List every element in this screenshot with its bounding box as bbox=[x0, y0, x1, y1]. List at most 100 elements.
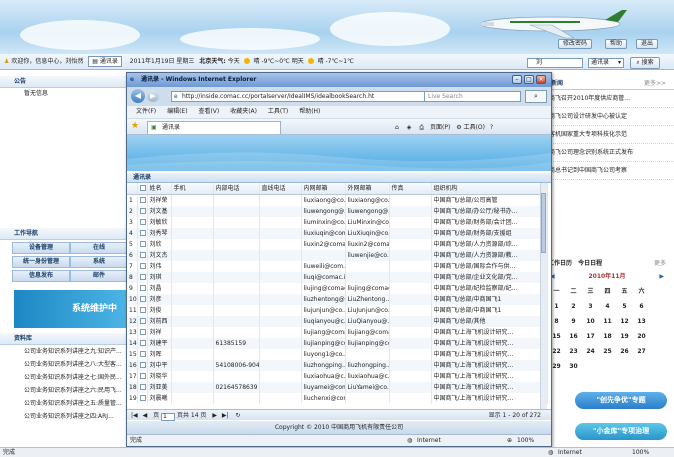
next-page-icon[interactable]: ▶ bbox=[212, 412, 217, 419]
row-checkbox[interactable] bbox=[137, 338, 148, 349]
table-row[interactable]: 17 刘晓华 liuxiaohua@c... liuxiaohua@c... 中国商飞/… bbox=[127, 371, 548, 382]
row-checkbox[interactable] bbox=[137, 294, 148, 305]
knowledge-item[interactable]: 公司业务知识系列讲座之七:国外民... bbox=[0, 371, 128, 384]
row-checkbox-box[interactable] bbox=[139, 395, 146, 401]
zoom-icon[interactable]: ⊕ bbox=[507, 435, 512, 447]
table-row[interactable]: 4 刘秀琴 liuxiuqin@com...LiuXiuqin@co... 中国商飞/… bbox=[127, 228, 548, 239]
calendar-day[interactable]: 16 bbox=[565, 329, 582, 344]
minimize-button[interactable]: – bbox=[512, 75, 522, 84]
print-icon[interactable]: ⎙ bbox=[419, 124, 424, 131]
header-checkbox[interactable] bbox=[137, 183, 148, 195]
tab-directory[interactable]: ▣ 通讯录 bbox=[147, 121, 281, 134]
knowledge-item[interactable]: 公司业务知识系列讲座之八:大型客... bbox=[0, 358, 128, 371]
calendar-day[interactable]: 26 bbox=[616, 344, 633, 359]
page-number-input[interactable]: 1 bbox=[161, 413, 176, 421]
table-row[interactable]: 11 刘俊 liujunjun@co... LiuJunjun@co... 中国商飞/总… bbox=[127, 305, 548, 316]
address-bar[interactable]: e http://inside.comac.cc/portalserver/Id… bbox=[171, 91, 427, 102]
header-intranet-email[interactable]: 内网邮箱 bbox=[301, 183, 346, 195]
news-item[interactable]: 商总书记到中国商飞公司考察 bbox=[545, 162, 674, 180]
news-item[interactable]: 商飞公司设计研发中心被认定 bbox=[545, 108, 674, 126]
row-checkbox-box[interactable] bbox=[139, 373, 146, 379]
header-fax[interactable]: 传真 bbox=[389, 183, 432, 195]
table-row[interactable]: 12 刘前西 liuqianyou@c...LiuQianyou@... 中国商飞/总… bbox=[127, 316, 548, 327]
live-search-input[interactable]: Live Search bbox=[424, 91, 521, 102]
row-checkbox[interactable] bbox=[137, 228, 148, 239]
row-checkbox-box[interactable] bbox=[139, 329, 146, 335]
calendar-more-link[interactable]: 更多 bbox=[654, 258, 670, 270]
row-checkbox[interactable] bbox=[137, 371, 148, 382]
menu-view[interactable]: 查看(V) bbox=[198, 108, 219, 115]
calendar-day[interactable]: 4 bbox=[599, 299, 616, 314]
calendar-day[interactable]: 19 bbox=[616, 329, 633, 344]
calendar-day[interactable]: 3 bbox=[582, 299, 599, 314]
row-checkbox[interactable] bbox=[137, 239, 148, 250]
calendar-day[interactable]: 5 bbox=[616, 299, 633, 314]
calendar-day[interactable]: 6 bbox=[633, 299, 650, 314]
close-button[interactable]: × bbox=[536, 75, 546, 84]
row-checkbox-box[interactable] bbox=[139, 252, 146, 258]
row-checkbox-box[interactable] bbox=[139, 197, 146, 203]
nav-info-publish[interactable]: 信息发布 bbox=[12, 270, 70, 282]
promo-banner-1[interactable]: "创先争优"专题 bbox=[575, 392, 667, 409]
news-more-link[interactable]: 更多>> bbox=[644, 78, 674, 90]
table-row[interactable]: 13 刘祥 liujiang@coma...liujiang@coma... 中国商飞… bbox=[127, 327, 548, 338]
header-name[interactable]: 姓名 bbox=[147, 183, 172, 195]
calendar-day[interactable]: 12 bbox=[616, 314, 633, 329]
row-checkbox-box[interactable] bbox=[139, 208, 146, 214]
promo-banner-2[interactable]: "小金库"专项治理 bbox=[575, 423, 667, 440]
row-checkbox[interactable] bbox=[137, 194, 148, 206]
calendar-day[interactable]: 20 bbox=[633, 329, 650, 344]
table-row[interactable]: 7 刘伟 liuweili@com... 中国商飞/总部/国际合作与供... bbox=[127, 261, 548, 272]
table-row[interactable]: 16 刘中平 54108006-904 liuzhongping... liuzhong… bbox=[127, 360, 548, 371]
outer-status-zoom[interactable]: 100% bbox=[632, 448, 649, 457]
row-checkbox[interactable] bbox=[137, 217, 148, 228]
news-item[interactable]: 商飞召开2010年度供应商管... bbox=[545, 90, 674, 108]
table-row[interactable]: 10 刘彦 liuzhentong@...LiuZhentong... 中国商飞/总部… bbox=[127, 294, 548, 305]
calendar-day[interactable]: 13 bbox=[633, 314, 650, 329]
header-organization[interactable]: 组织机构 bbox=[431, 183, 548, 195]
row-checkbox-box[interactable] bbox=[139, 307, 146, 313]
table-row[interactable]: 19 刘晨曦 liuchenxi@com... 中国商飞/上海飞机设计研究... bbox=[127, 393, 548, 404]
nav-online[interactable]: 在线 bbox=[70, 242, 128, 254]
table-row[interactable]: 5 刘欣 liuxin2@coma...liuxin2@coma... 中国商飞/总部… bbox=[127, 239, 548, 250]
menu-help[interactable]: 帮助(H) bbox=[299, 108, 320, 115]
row-checkbox[interactable] bbox=[137, 250, 148, 261]
row-checkbox[interactable] bbox=[137, 349, 148, 360]
calendar-day[interactable]: 25 bbox=[599, 344, 616, 359]
calendar-day[interactable]: 9 bbox=[565, 314, 582, 329]
site-search-input[interactable]: 刘 bbox=[527, 58, 583, 68]
knowledge-item[interactable]: 公司业务知识系列讲座之五:质量管... bbox=[0, 397, 128, 410]
back-button[interactable]: ◀ bbox=[131, 89, 145, 103]
row-checkbox[interactable] bbox=[137, 382, 148, 393]
table-row[interactable]: 1 刘祥荣 liuxiaong@co... liuxiaong@co... 中国商飞/总… bbox=[127, 194, 548, 206]
calendar-day[interactable]: 11 bbox=[599, 314, 616, 329]
calendar-day[interactable]: 23 bbox=[565, 344, 582, 359]
row-checkbox-box[interactable] bbox=[139, 285, 146, 291]
row-checkbox[interactable] bbox=[137, 272, 148, 283]
search-icon[interactable]: ⌕ bbox=[525, 90, 547, 103]
help-button[interactable]: 帮助 bbox=[605, 39, 628, 49]
row-checkbox-box[interactable] bbox=[139, 351, 146, 357]
maximize-button[interactable]: □ bbox=[524, 75, 534, 84]
calendar-day[interactable]: 17 bbox=[582, 329, 599, 344]
first-page-icon[interactable]: |◀ bbox=[131, 412, 138, 419]
header-mobile[interactable]: 手机 bbox=[171, 183, 214, 195]
row-checkbox[interactable] bbox=[137, 261, 148, 272]
table-row[interactable]: 8 刘琪 liuqi@comac.i... 中国商飞/总部/企业文化部/党... bbox=[127, 272, 548, 283]
logout-button[interactable]: 退出 bbox=[636, 39, 659, 49]
row-checkbox-box[interactable] bbox=[139, 296, 146, 302]
tab-today-schedule[interactable]: 今日日程 bbox=[578, 260, 602, 267]
row-checkbox-box[interactable] bbox=[139, 340, 146, 346]
select-all-checkbox[interactable] bbox=[139, 185, 146, 191]
table-row[interactable]: 9 刘晶 liujing@comac...liujing@comac... 中国商飞/… bbox=[127, 283, 548, 294]
tools-menu[interactable]: 工具(O) bbox=[464, 124, 485, 131]
row-checkbox[interactable] bbox=[137, 316, 148, 327]
status-zoom[interactable]: 100% bbox=[517, 435, 534, 447]
home-icon[interactable]: ⌂ bbox=[395, 124, 399, 131]
table-row[interactable]: 18 刘亚美 02164578639 liuyamei@com...LiuYamei@… bbox=[127, 382, 548, 393]
knowledge-item[interactable]: 公司业务知识系列讲座之六:民用飞... bbox=[0, 384, 128, 397]
calendar-day[interactable]: 24 bbox=[582, 344, 599, 359]
menu-favorites[interactable]: 收藏夹(A) bbox=[230, 108, 257, 115]
row-checkbox[interactable] bbox=[137, 393, 148, 404]
maintenance-banner[interactable]: 系统维护中 bbox=[14, 290, 128, 328]
